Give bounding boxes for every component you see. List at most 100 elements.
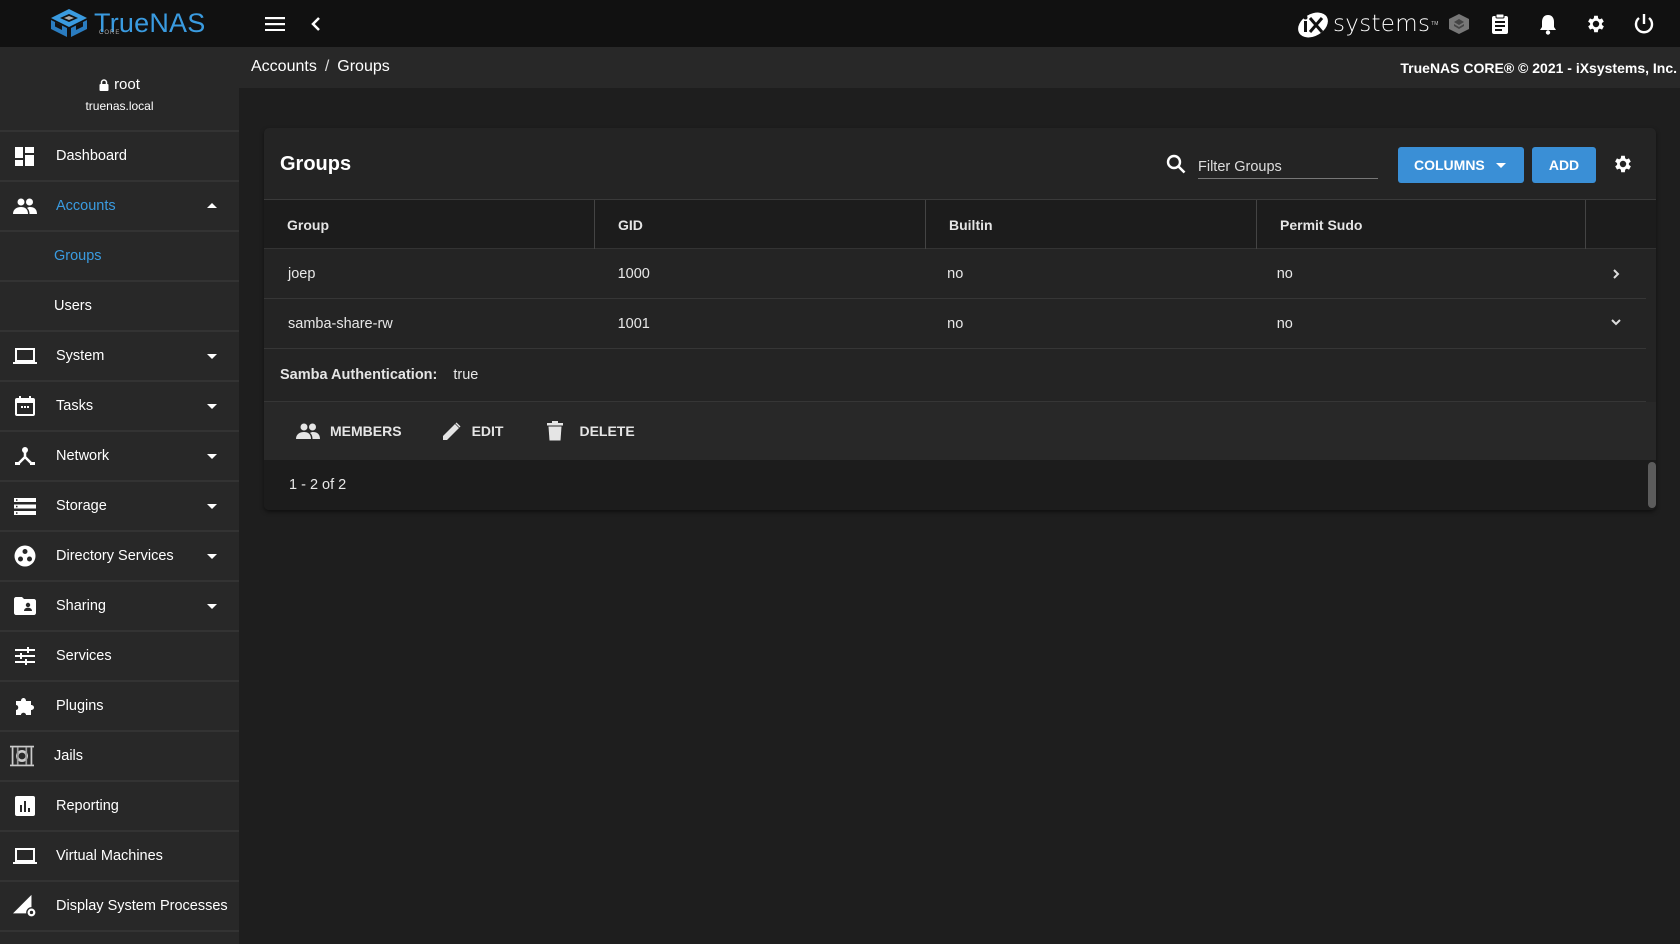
menu-icon	[265, 17, 285, 31]
gear-icon	[1588, 15, 1604, 33]
gear-icon	[1615, 155, 1631, 173]
breadcrumb-bar: Accounts / Groups TrueNAS CORE® © 2021 -…	[239, 47, 1680, 88]
samba-auth-label: Samba Authentication:	[280, 367, 438, 383]
sidebar-item-users[interactable]: Users	[0, 282, 239, 332]
sidebar-item-sharing[interactable]: Sharing	[0, 582, 239, 632]
chevron-down-icon	[207, 604, 217, 609]
sidebar-item-display-system-processes[interactable]: Display System Processes	[0, 882, 239, 932]
folder-shared-icon	[13, 594, 37, 618]
power-icon	[1634, 14, 1654, 34]
copyright-text: TrueNAS CORE® © 2021 - iXsystems, Inc.	[1400, 60, 1677, 76]
sidebar-item-accounts[interactable]: Accounts	[0, 182, 239, 232]
delete-label: DELETE	[579, 423, 635, 439]
user-name-row: root	[99, 76, 140, 93]
chevron-down-icon	[207, 504, 217, 509]
chevron-down-icon	[1611, 318, 1621, 325]
sidebar-item-label: Virtual Machines	[56, 848, 163, 864]
row-detail: Samba Authentication: true	[264, 349, 1646, 402]
trash-icon	[547, 421, 564, 441]
notifications-button[interactable]	[1535, 11, 1561, 37]
sidebar-item-label: Tasks	[56, 398, 94, 414]
truecommand-button[interactable]	[1446, 11, 1472, 37]
clipboard-icon	[1492, 13, 1508, 34]
sidebar-item-label: Storage	[56, 498, 107, 514]
column-header-group[interactable]: Group	[264, 200, 595, 249]
sidebar-item-network[interactable]: Network	[0, 432, 239, 482]
top-bar: TrueNAS CORE systems TM	[0, 0, 1680, 47]
sidebar-item-plugins[interactable]: Plugins	[0, 682, 239, 732]
edit-button[interactable]: EDIT	[442, 421, 503, 441]
column-header-builtin[interactable]: Builtin	[926, 200, 1257, 249]
collapse-sidebar-button[interactable]	[303, 11, 329, 37]
settings-button[interactable]	[1583, 11, 1609, 37]
members-button[interactable]: MEMBERS	[296, 423, 402, 439]
cell-gid: 1001	[617, 315, 650, 332]
user-info: root truenas.local	[0, 47, 239, 132]
truenas-logo[interactable]: TrueNAS	[50, 8, 205, 38]
sidebar-item-label: Users	[54, 298, 92, 314]
table-row[interactable]: joep 1000 no no	[264, 249, 1646, 299]
filter-input[interactable]	[1198, 151, 1378, 179]
sidebar-item-label: Jails	[54, 748, 84, 764]
hostname: truenas.local	[85, 98, 154, 113]
sidebar-item-virtual-machines[interactable]: Virtual Machines	[0, 832, 239, 882]
sidebar-item-label: Sharing	[56, 598, 106, 614]
columns-button[interactable]: COLUMNS	[1398, 147, 1524, 183]
table-header: Group GID Builtin Permit Sudo	[264, 200, 1656, 249]
sidebar-item-jails[interactable]: Jails	[0, 732, 239, 782]
sidebar-item-label: Network	[56, 448, 110, 464]
column-header-permit-sudo[interactable]: Permit Sudo	[1257, 200, 1586, 249]
sidebar-item-label: Reporting	[56, 798, 119, 814]
chevron-down-icon	[207, 404, 217, 409]
expand-row-button[interactable]	[1586, 249, 1646, 298]
columns-button-label: COLUMNS	[1414, 157, 1485, 173]
power-button[interactable]	[1631, 11, 1657, 37]
user-name: root	[114, 76, 140, 93]
sidebar-item-reporting[interactable]: Reporting	[0, 782, 239, 832]
chevron-right-icon	[1613, 268, 1620, 279]
add-button[interactable]: ADD	[1532, 147, 1596, 183]
sidebar-item-storage[interactable]: Storage	[0, 482, 239, 532]
bell-icon	[1540, 15, 1556, 35]
table-row[interactable]: samba-share-rw 1001 no no	[264, 299, 1646, 349]
chevron-up-icon	[207, 203, 217, 208]
tasks-button[interactable]	[1487, 11, 1513, 37]
chevron-down-icon	[207, 554, 217, 559]
sidebar-item-label: Plugins	[56, 698, 104, 714]
sidebar-item-directory-services[interactable]: Directory Services	[0, 532, 239, 582]
cell-permit-sudo: no	[1276, 265, 1293, 282]
laptop-icon	[13, 844, 37, 868]
cell-builtin: no	[947, 265, 964, 282]
table-settings-button[interactable]	[1609, 150, 1637, 178]
sidebar-item-groups[interactable]: Groups	[0, 232, 239, 282]
row-actions: MEMBERS EDIT DELETE	[264, 402, 1656, 460]
breadcrumb-accounts[interactable]: Accounts	[251, 58, 317, 76]
network-icon	[13, 444, 37, 468]
laptop-icon	[13, 344, 37, 368]
scrollbar-thumb[interactable]	[1648, 462, 1656, 508]
cell-gid: 1000	[617, 265, 650, 282]
cell-group: samba-share-rw	[288, 315, 393, 332]
sidebar-item-system[interactable]: System	[0, 332, 239, 382]
sidebar-item-dashboard[interactable]: Dashboard	[0, 132, 239, 182]
chart-icon	[13, 794, 37, 818]
cell-group: joep	[288, 265, 316, 282]
sidebar-item-services[interactable]: Services	[0, 632, 239, 682]
vendor-name: systems	[1333, 11, 1431, 37]
menu-toggle-button[interactable]	[262, 11, 288, 37]
sidebar-item-label: Accounts	[56, 198, 116, 214]
collapse-row-button[interactable]	[1586, 299, 1646, 348]
truecommand-icon	[1449, 14, 1469, 34]
column-header-gid[interactable]: GID	[595, 200, 926, 249]
chevron-down-icon	[207, 454, 217, 459]
delete-button[interactable]: DELETE	[547, 421, 635, 441]
sidebar-item-label: Display System Processes	[56, 898, 228, 914]
sidebar-item-label: Services	[56, 648, 112, 664]
ixsystems-logo[interactable]: systems TM	[1296, 10, 1438, 38]
pagination-range: 1 - 2 of 2	[289, 477, 347, 493]
groups-card: Groups COLUMNS ADD Group GID Builtin Per…	[264, 128, 1656, 510]
breadcrumb-separator: /	[324, 58, 330, 75]
sidebar-item-tasks[interactable]: Tasks	[0, 382, 239, 432]
truenas-logo-icon	[51, 9, 87, 37]
members-label: MEMBERS	[330, 423, 402, 439]
